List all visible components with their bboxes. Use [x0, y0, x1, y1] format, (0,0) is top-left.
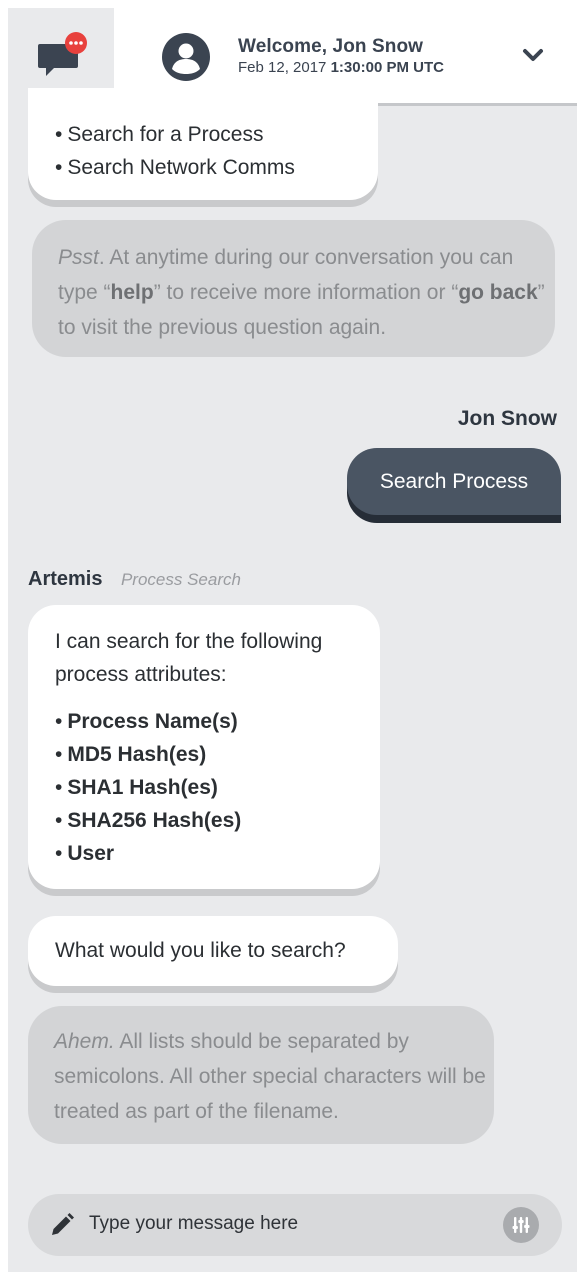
- help-tip-note: Psst. At anytime during our conversation…: [32, 220, 555, 357]
- list-item: • SHA1 Hash(es): [55, 776, 218, 799]
- sliders-button[interactable]: [503, 1207, 539, 1243]
- pencil-icon: [52, 1213, 74, 1235]
- session-date: Feb 12, 2017: [238, 59, 327, 76]
- user-sender-name: Jon Snow: [457, 407, 557, 430]
- chat-bubble-icon[interactable]: [38, 32, 90, 78]
- list-item[interactable]: • Search for a Process: [55, 118, 378, 151]
- list-item: • User: [55, 842, 115, 865]
- list-item: • MD5 Hash(es): [55, 743, 207, 766]
- session-time: 1:30:00 PM UTC: [330, 59, 444, 76]
- message-input[interactable]: Type your message here: [89, 1213, 298, 1235]
- user-message-bubble: Search Process: [347, 448, 561, 515]
- bot-sender-name: Artemis: [28, 568, 103, 590]
- attributes-intro: I can search for the following process a…: [55, 630, 323, 686]
- attributes-list: • Process Name(s) • MD5 Hash(es) • SHA1 Has…: [55, 705, 380, 870]
- message-composer[interactable]: Type your message here: [28, 1194, 562, 1256]
- list-item: • SHA256 Hash(es): [55, 809, 242, 832]
- list-item[interactable]: • Search Network Comms: [55, 151, 378, 184]
- format-tip-note: Ahem. All lists should be separated by s…: [28, 1006, 494, 1144]
- bot-attributes-bubble: I can search for the following process a…: [28, 605, 380, 889]
- chevron-down-icon[interactable]: [522, 44, 544, 66]
- bot-sender-line: Artemis Process Search: [28, 568, 241, 591]
- chat-app: Welcome, Jon Snow Feb 12, 2017 1:30:00 P…: [8, 8, 577, 1272]
- user-avatar-icon[interactable]: [162, 33, 210, 81]
- session-datetime: Feb 12, 2017 1:30:00 PM UTC: [238, 59, 444, 76]
- bot-context-label: Process Search: [120, 570, 241, 589]
- sliders-icon: [512, 1217, 530, 1233]
- welcome-text: Welcome, Jon Snow: [238, 36, 424, 57]
- bot-options-bubble: • Search for a Process • Search Network Co…: [28, 88, 378, 200]
- bot-question-bubble: What would you like to search?: [28, 916, 398, 986]
- list-item: • Process Name(s): [55, 710, 238, 733]
